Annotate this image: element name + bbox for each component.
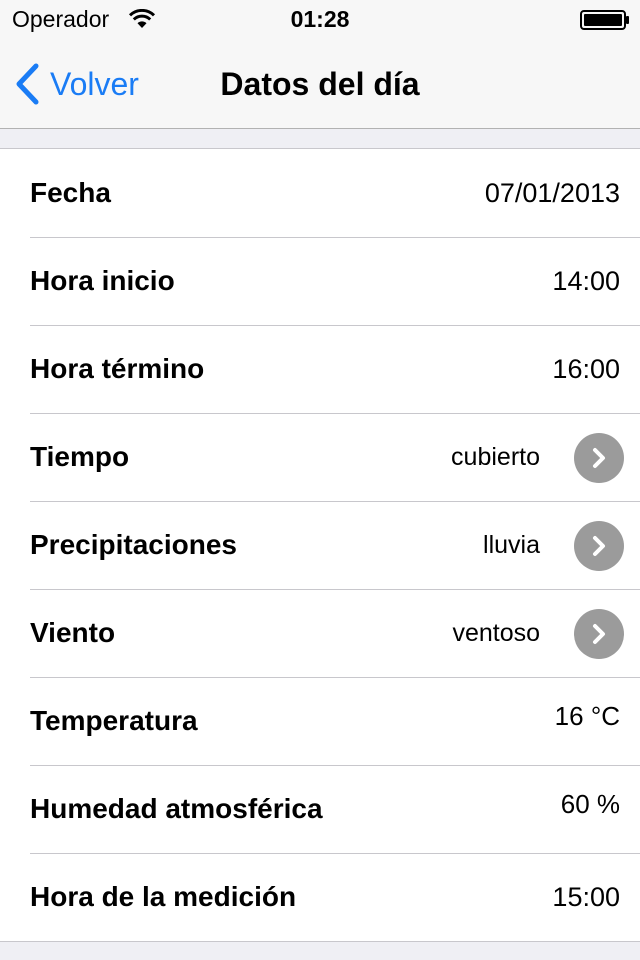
row-label: Hora de la medición [30, 881, 297, 912]
row-value: ventoso [452, 619, 540, 647]
navigation-bar: Volver Datos del día [0, 40, 640, 129]
status-bar: Operador 01:28 [0, 0, 640, 40]
chevron-right-icon [593, 624, 605, 644]
row-value: 07/01/2013 [484, 178, 620, 208]
row-value: 16:00 [552, 354, 620, 384]
row-hora-inicio: Hora inicio 14:00 [0, 237, 640, 325]
row-value: 15:00 [552, 882, 620, 912]
row-temperatura: Temperatura 16 °C [0, 677, 640, 765]
row-label: Hora inicio [30, 265, 175, 296]
disclosure-button[interactable] [574, 433, 624, 483]
battery-icon [580, 10, 629, 30]
row-label: Temperatura [30, 705, 198, 736]
disclosure-button[interactable] [574, 609, 624, 659]
row-label: Tiempo [30, 441, 130, 472]
row-precipitaciones[interactable]: Precipitaciones lluvia [0, 501, 640, 589]
row-hora-medicion: Hora de la medición 15:00 [0, 853, 640, 941]
row-viento[interactable]: Viento ventoso [0, 589, 640, 677]
chevron-right-icon [593, 536, 605, 556]
row-value: 60 % [560, 789, 620, 819]
row-label: Hora término [30, 353, 205, 384]
row-label: Precipitaciones [30, 529, 237, 560]
row-value: 16 °C [554, 701, 620, 731]
status-time: 01:28 [290, 6, 350, 32]
row-label: Viento [30, 617, 116, 648]
row-fecha: Fecha 07/01/2013 [0, 149, 640, 237]
row-hora-termino: Hora término 16:00 [0, 325, 640, 413]
row-label: Humedad atmosférica [30, 793, 323, 824]
day-data-list: Fecha 07/01/2013 Hora inicio 14:00 Hora … [0, 148, 640, 942]
row-value: 14:00 [552, 266, 620, 296]
disclosure-button[interactable] [574, 521, 624, 571]
page-title: Datos del día [220, 66, 420, 102]
row-value: lluvia [483, 531, 540, 559]
row-label: Fecha [30, 177, 111, 208]
row-tiempo[interactable]: Tiempo cubierto [0, 413, 640, 501]
row-humedad: Humedad atmosférica 60 % [0, 765, 640, 853]
chevron-right-icon [593, 448, 605, 468]
row-value: cubierto [451, 443, 540, 471]
